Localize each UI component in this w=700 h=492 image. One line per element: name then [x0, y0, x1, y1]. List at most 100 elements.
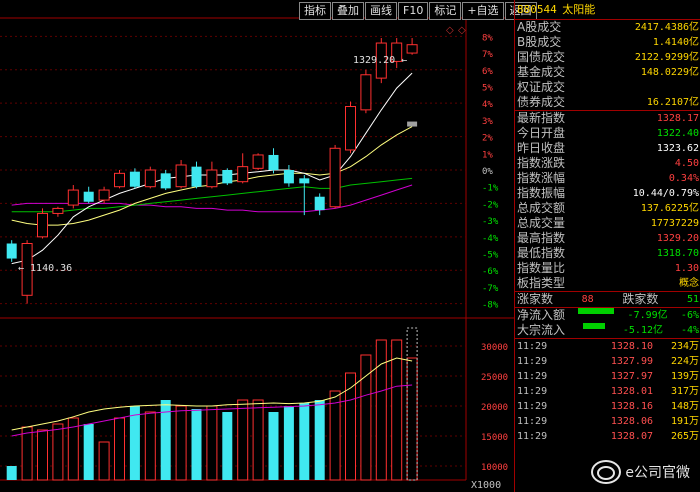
candle-body — [283, 170, 294, 184]
toolbar-button-0[interactable]: 指标 — [299, 2, 331, 20]
high-price-label: 1329.20 ← — [353, 55, 407, 66]
tick-row[interactable]: 11:29 1327.99 224万 — [515, 354, 700, 369]
price-axis-tick: -8% — [482, 301, 499, 311]
flow-row: 净流入额 -7.99亿 -6% — [515, 308, 700, 323]
kline-chart[interactable]: 8% 7% 6% 5% 4% 3% 2% 1% 0% -1% -2% -3% -4% -5% -6% -7% -… — [0, 0, 514, 492]
candle-body — [237, 166, 249, 183]
volume-bar — [37, 429, 48, 481]
price-axis-tick: 6% — [482, 67, 493, 77]
tick-time: 11:29 — [517, 401, 548, 412]
index-name: 太阳能 — [562, 3, 596, 16]
tick-row[interactable]: 11:29 1327.97 139万 — [515, 369, 700, 384]
candle-body — [52, 207, 64, 214]
tick-price: 1328.07 — [610, 431, 653, 442]
candle-body — [206, 169, 218, 188]
candle-body — [314, 196, 325, 211]
stat-label: 总成交额 — [517, 201, 566, 215]
stat-value: 1322.40 — [656, 128, 699, 139]
price-axis-tick: 8% — [482, 33, 493, 43]
fund-flow-table: 净流入额 -7.99亿 -6% 大宗流入 -5.12亿 -4% — [515, 308, 700, 338]
tick-price: 1327.99 — [610, 356, 653, 367]
volume-bar — [375, 339, 387, 481]
candle-body — [6, 243, 17, 259]
volume-bar — [21, 426, 33, 481]
stat-row: 基金成交 148.0229亿 — [515, 65, 700, 80]
candle-body — [299, 178, 310, 184]
price-axis-tick: -5% — [482, 251, 499, 261]
tick-volume: 317万 — [670, 386, 699, 397]
volume-axis-tick: 10000 — [481, 463, 508, 473]
tick-time: 11:29 — [517, 356, 548, 367]
stat-value: 1318.70 — [656, 248, 699, 259]
candle-body — [160, 173, 171, 189]
stat-row: 指数量比 1.30 — [515, 261, 700, 276]
stat-row: 指数振幅 10.44/0.79% — [515, 186, 700, 201]
volume-bars — [6, 327, 418, 481]
stat-row: 最新指数 1328.17 — [515, 111, 700, 126]
candle-body — [175, 164, 187, 188]
stats-table: A股成交 2417.4386亿 B股成交 1.4140亿 国债成交 2122.9299亿基… — [515, 20, 700, 291]
stat-row: 国债成交 2122.9299亿 — [515, 50, 700, 65]
stat-label: 权证成交 — [517, 80, 566, 94]
tick-list[interactable]: 11:29 1328.10 234万 11:29 1327.99 224万 11:29 132… — [515, 339, 700, 444]
tick-row[interactable]: 11:29 1328.16 148万 — [515, 399, 700, 414]
stat-label: A股成交 — [517, 20, 562, 34]
volume-bar — [206, 405, 218, 481]
volume-axis-tick: 30000 — [481, 343, 508, 353]
stat-label: 指数振幅 — [517, 186, 566, 200]
toolbar-button-4[interactable]: 标记 — [429, 2, 462, 20]
stat-value: 4.50 — [674, 158, 699, 169]
candle-body — [345, 106, 356, 151]
toolbar-button-3[interactable]: F10 — [398, 2, 429, 20]
volume-bar — [299, 403, 310, 480]
tick-row[interactable]: 11:29 1328.07 265万 — [515, 429, 700, 444]
stat-row: B股成交 1.4140亿 — [515, 35, 700, 50]
stat-value: 1328.17 — [656, 113, 699, 124]
volume-bar — [314, 400, 325, 480]
tick-time: 11:29 — [517, 386, 548, 397]
toolbar-button-2[interactable]: 画线 — [365, 2, 397, 20]
volume-bar — [391, 339, 403, 481]
price-axis-tick: -3% — [482, 217, 499, 227]
stat-row: 总成交额 137.6225亿 — [515, 201, 700, 216]
toolbar: 指标 叠加 画线 F10 标记 +自选 返回 — [299, 2, 538, 20]
candle-body — [83, 191, 94, 202]
stat-row: 今日开盘 1322.40 — [515, 126, 700, 141]
candle-body — [144, 169, 156, 188]
stat-value: 1329.20 — [656, 233, 699, 244]
stat-label: 指数涨跌 — [517, 156, 566, 170]
tick-row[interactable]: 11:29 1328.10 234万 — [515, 339, 700, 354]
volume-bar — [175, 405, 187, 481]
price-axis-tick: 5% — [482, 83, 493, 93]
stat-value: 0.34% — [668, 173, 699, 184]
volume-bar — [144, 411, 156, 481]
stat-value: 概念 — [679, 278, 699, 289]
watermark: e公司官微 — [591, 460, 690, 484]
tick-row[interactable]: 11:29 1328.01 317万 — [515, 384, 700, 399]
price-axis-tick: 0% — [482, 167, 493, 177]
price-axis-tick: 2% — [482, 134, 493, 144]
toolbar-button-1[interactable]: 叠加 — [332, 2, 364, 20]
stat-label: 最低指数 — [517, 246, 566, 260]
stat-value: 1323.62 — [656, 143, 699, 154]
candle-body — [37, 212, 48, 238]
stat-row: 昨日收盘 1323.62 — [515, 141, 700, 156]
tick-time: 11:29 — [517, 416, 548, 427]
toolbar-button-5[interactable]: +自选 — [462, 2, 504, 20]
volume-bar — [191, 409, 202, 480]
flow-value: -7.99亿 — [627, 310, 668, 321]
price-axis-tick: -7% — [482, 284, 499, 294]
tick-row[interactable]: 11:29 1328.06 191万 — [515, 414, 700, 429]
stat-label: 昨日收盘 — [517, 141, 566, 155]
price-axis-tick: 1% — [482, 150, 493, 160]
candle-body — [252, 154, 264, 169]
tick-price: 1327.97 — [610, 371, 653, 382]
stat-value: 148.0229亿 — [640, 67, 699, 78]
flow-pct: -4% — [680, 325, 699, 336]
volume-bar — [237, 399, 249, 481]
flow-value: -5.12亿 — [622, 325, 663, 336]
stat-row: 指数涨幅 0.34% — [515, 171, 700, 186]
stat-label: 板指类型 — [517, 276, 566, 290]
volume-bar — [6, 466, 17, 480]
tick-volume: 139万 — [670, 371, 699, 382]
